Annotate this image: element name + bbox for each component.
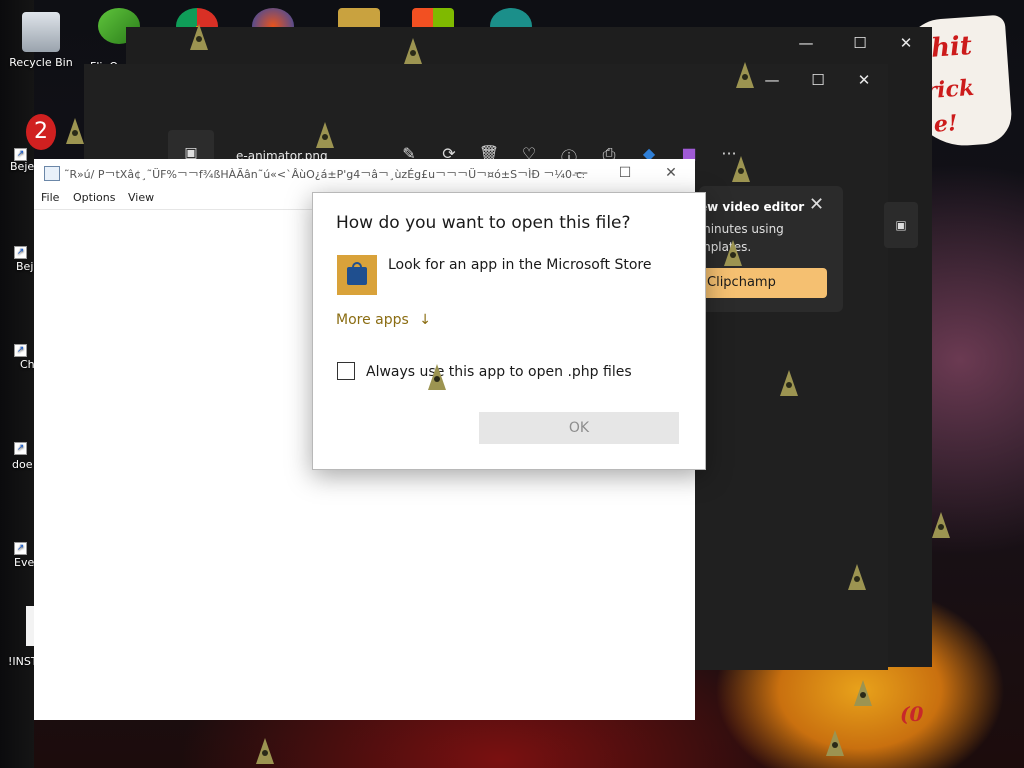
bejeweled-gem-icon[interactable]: 2: [26, 114, 56, 150]
party-hat-sprite-icon: [932, 512, 950, 538]
ok-button[interactable]: OK: [479, 412, 679, 444]
notepad-titlebar[interactable]: ˜R»ú/ P￢tXâ¢¸˜ÜF%￢￢f¾ßHÀÃân˜ú«<`ÂùO¿á±P'…: [34, 159, 695, 187]
close-icon[interactable]: ✕: [648, 159, 694, 187]
recycle-bin-icon[interactable]: Recycle Bin: [4, 12, 78, 69]
minimize-icon[interactable]: —: [752, 66, 792, 94]
party-hat-sprite-icon: [854, 680, 872, 706]
menu-file[interactable]: File: [41, 191, 59, 204]
more-apps-link[interactable]: More apps ↓: [336, 312, 431, 328]
party-hat-sprite-icon: [848, 564, 866, 590]
promo-title: ew video editor: [699, 200, 805, 214]
video-editor-promo: ew video editor minutes using mplates. ✕…: [693, 186, 843, 312]
desktop-shortcut-label-4: doe: [12, 458, 33, 471]
party-hat-sprite-icon: [826, 730, 844, 756]
dialog-heading: How do you want to open this file?: [336, 213, 631, 233]
desktop-shortcut-4[interactable]: ↗: [14, 440, 30, 455]
party-hat-sprite-icon: [256, 738, 274, 764]
open-with-dialog: How do you want to open this file? Look …: [312, 192, 706, 470]
close-icon[interactable]: ✕: [809, 194, 824, 215]
meme-text-3: e!: [933, 110, 959, 138]
maximize-icon[interactable]: ☐: [798, 66, 838, 94]
party-hat-sprite-icon: [736, 62, 754, 88]
desktop-shortcut-2[interactable]: ↗: [14, 244, 30, 259]
arrow-down-icon: ↓: [419, 312, 431, 328]
menu-view[interactable]: View: [128, 191, 154, 204]
microsoft-store-icon[interactable]: [337, 255, 377, 295]
shortcut-arrow-icon: ↗: [14, 542, 27, 555]
desktop-icon-strip: [0, 0, 34, 768]
store-option-label[interactable]: Look for an app in the Microsoft Store: [388, 257, 651, 273]
notepad-title: ˜R»ú/ P￢tXâ¢¸˜ÜF%￢￢f¾ßHÀÃân˜ú«<`ÂùO¿á±P'…: [64, 168, 584, 181]
party-hat-sprite-icon: [780, 370, 798, 396]
gallery-side-icon[interactable]: ▣: [884, 202, 918, 248]
party-hat-sprite-icon: [66, 118, 84, 144]
party-hat-sprite-icon: [190, 24, 208, 50]
close-icon[interactable]: ✕: [844, 66, 884, 94]
always-use-label[interactable]: Always use this app to open .php files: [366, 364, 632, 380]
shortcut-arrow-icon: ↗: [14, 442, 27, 455]
meme-text-2: rick: [924, 74, 975, 105]
recycle-bin-label: Recycle Bin: [9, 56, 73, 69]
party-hat-sprite-icon: [316, 122, 334, 148]
party-hat-sprite-icon: [404, 38, 422, 64]
shortcut-arrow-icon: ↗: [14, 246, 27, 259]
menu-options[interactable]: Options: [73, 191, 115, 204]
party-hat-sprite-icon: [724, 240, 742, 266]
maximize-icon[interactable]: ☐: [840, 29, 880, 57]
close-icon[interactable]: ✕: [886, 29, 926, 57]
clipchamp-button[interactable]: Clipchamp: [693, 268, 827, 298]
minimize-icon[interactable]: —: [558, 159, 604, 187]
shortcut-arrow-icon: ↗: [14, 344, 27, 357]
desktop-shortcut-3[interactable]: ↗: [14, 342, 30, 357]
recycle-bin-glyph-icon: [22, 12, 60, 52]
minimize-icon[interactable]: —: [786, 29, 826, 57]
notepad-icon: [44, 166, 60, 181]
party-hat-sprite-icon: [428, 364, 446, 390]
desktop-shortcut-5[interactable]: ↗: [14, 540, 30, 555]
wallpaper-text: (0: [900, 702, 924, 726]
promo-body: minutes using mplates.: [699, 222, 784, 254]
maximize-icon[interactable]: ☐: [602, 159, 648, 187]
desktop-shortcut-1[interactable]: ↗: [14, 146, 30, 161]
store-bag-icon: [347, 262, 367, 285]
party-hat-sprite-icon: [732, 156, 750, 182]
desktop-shortcut-label-5: Eve: [14, 556, 35, 569]
more-apps-label: More apps: [336, 312, 409, 328]
always-use-checkbox[interactable]: [337, 362, 355, 380]
